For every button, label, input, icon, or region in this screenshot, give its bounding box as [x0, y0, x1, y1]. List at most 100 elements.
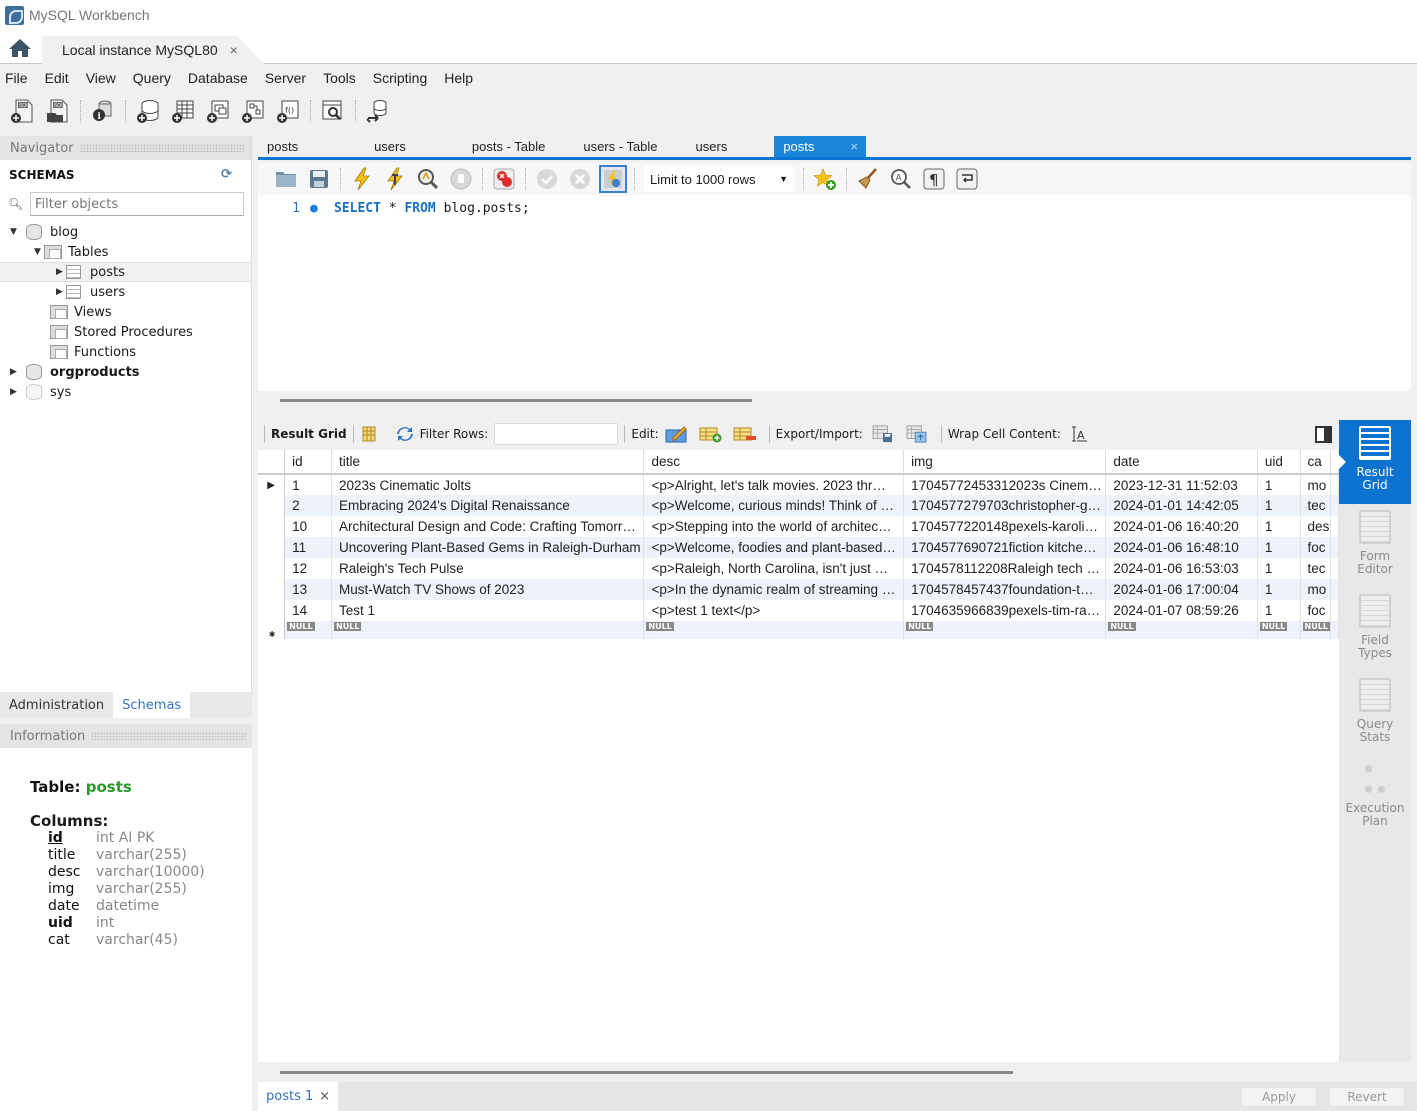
cell-title[interactable]: 2023s Cinematic Jolts [331, 474, 645, 495]
cell-id[interactable]: 14 [284, 600, 332, 621]
new-sql-tab-icon[interactable]: SQL [10, 98, 36, 124]
reconnect-icon[interactable] [365, 98, 391, 124]
close-icon[interactable]: × [850, 139, 858, 154]
column-header-id[interactable]: id [284, 450, 332, 475]
menu-server[interactable]: Server [265, 70, 306, 86]
tree-item-blog[interactable]: ▼ blog [0, 222, 251, 242]
execute-current-icon[interactable] [383, 167, 407, 191]
table-row[interactable]: 10 Architectural Design and Code: Craftin… [258, 516, 1339, 537]
new-cell-date[interactable]: NULL [1105, 621, 1258, 639]
tree-item-views[interactable]: Views [0, 302, 251, 322]
menu-file[interactable]: File [5, 70, 28, 86]
collapse-arrow-icon[interactable]: ▶ [56, 267, 66, 277]
panel-grip[interactable] [79, 144, 245, 152]
editor-tab[interactable]: posts [258, 136, 307, 157]
tab-administration[interactable]: Administration [0, 692, 113, 718]
side-panel-execution-plan-button[interactable]: Execution Plan [1339, 756, 1411, 840]
beautify-icon[interactable] [856, 167, 880, 191]
create-procedure-icon[interactable] [240, 98, 266, 124]
new-row[interactable]: ✱ NULL NULL NULL NULL NULL NULL NULL [258, 621, 1339, 639]
cell-title[interactable]: Uncovering Plant-Based Gems in Raleigh-D… [331, 537, 645, 558]
editor-tab[interactable]: posts × [774, 136, 866, 157]
create-view-icon[interactable] [205, 98, 231, 124]
export-icon[interactable] [871, 425, 895, 443]
execute-icon[interactable] [350, 167, 374, 191]
cell-ca[interactable]: mo [1300, 474, 1332, 495]
cell-img[interactable]: 17045772453312023s Cinem… [903, 474, 1107, 495]
delete-row-icon[interactable] [733, 425, 757, 443]
cell-title[interactable]: Architectural Design and Code: Crafting … [331, 516, 645, 537]
wrap-cell-content-icon[interactable]: A [1071, 425, 1089, 443]
cell-img[interactable]: 1704635966839pexels-tim-ra… [903, 600, 1107, 621]
row-gutter[interactable] [258, 600, 286, 621]
cell-uid[interactable]: 1 [1257, 474, 1301, 495]
cell-date[interactable]: 2024-01-06 16:48:10 [1105, 537, 1258, 558]
tree-item-stored-procedures[interactable]: Stored Procedures [0, 322, 251, 342]
toggle-continue-on-error-icon[interactable] [492, 167, 516, 191]
cell-desc[interactable]: <p>Stepping into the world of architec… [643, 516, 905, 537]
cell-ca[interactable]: tec [1300, 495, 1332, 516]
new-cell-img[interactable]: NULL [903, 621, 1107, 639]
side-panel-form-editor-button[interactable]: Form Editor [1339, 504, 1411, 588]
open-sql-script-icon[interactable]: SQL [45, 98, 71, 124]
new-cell-title[interactable]: NULL [331, 621, 645, 639]
add-snippet-icon[interactable] [813, 167, 837, 191]
new-cell-ca[interactable]: NULL [1300, 621, 1332, 639]
cell-ca[interactable]: foc [1300, 600, 1332, 621]
cell-desc[interactable]: <p>Raleigh, North Carolina, isn't just … [643, 558, 905, 579]
cell-uid[interactable]: 1 [1257, 516, 1301, 537]
collapse-arrow-icon[interactable]: ▶ [10, 367, 20, 377]
editor-horizontal-scrollbar[interactable] [258, 391, 1411, 413]
result-tab-posts-1[interactable]: posts 1 × [258, 1082, 339, 1111]
row-gutter[interactable] [258, 495, 286, 516]
cell-id[interactable]: 11 [284, 537, 332, 558]
cell-title[interactable]: Must-Watch TV Shows of 2023 [331, 579, 645, 600]
cell-date[interactable]: 2024-01-07 08:59:26 [1105, 600, 1258, 621]
cell-desc[interactable]: <p>In the dynamic realm of streaming … [643, 579, 905, 600]
cell-desc[interactable]: <p>Alright, let's talk movies. 2023 thr… [643, 474, 905, 495]
row-gutter[interactable] [258, 558, 286, 579]
table-row[interactable]: 12 Raleigh's Tech Pulse <p>Raleigh, North … [258, 558, 1339, 579]
column-header-date[interactable]: date [1105, 450, 1258, 475]
editor-tab[interactable]: users - Table [574, 136, 666, 157]
inspector-icon[interactable]: i [90, 98, 116, 124]
menu-database[interactable]: Database [188, 70, 248, 86]
cell-ca[interactable]: foc [1300, 537, 1332, 558]
close-icon[interactable]: × [319, 1089, 330, 1104]
expand-arrow-icon[interactable]: ▼ [34, 247, 44, 257]
side-panel-field-types-button[interactable]: Field Types [1339, 588, 1411, 672]
cell-img[interactable]: 1704578112208Raleigh tech … [903, 558, 1107, 579]
limit-rows-select[interactable]: Limit to 1000 rows ▼ [644, 166, 794, 192]
cell-title[interactable]: Raleigh's Tech Pulse [331, 558, 645, 579]
editor-tab[interactable]: posts - Table [463, 136, 554, 157]
cell-id[interactable]: 2 [284, 495, 332, 516]
edit-row-icon[interactable] [665, 425, 689, 443]
cell-desc[interactable]: <p>Welcome, curious minds! Think of … [643, 495, 905, 516]
menu-tools[interactable]: Tools [323, 70, 356, 86]
cell-desc[interactable]: <p>test 1 text</p> [643, 600, 905, 621]
find-replace-icon[interactable]: A [889, 167, 913, 191]
menu-edit[interactable]: Edit [45, 70, 69, 86]
create-schema-icon[interactable] [135, 98, 161, 124]
column-header-ca[interactable]: ca [1300, 450, 1332, 475]
new-cell-id[interactable]: NULL [284, 621, 332, 639]
side-panel-result-grid-button[interactable]: Result Grid [1338, 420, 1411, 504]
tree-item-orgproducts[interactable]: ▶ orgproducts [0, 362, 251, 382]
tree-item-posts[interactable]: ▶ posts [0, 262, 251, 282]
collapse-arrow-icon[interactable]: ▶ [10, 387, 20, 397]
filter-rows-input[interactable] [494, 423, 619, 445]
table-row[interactable]: 11 Uncovering Plant-Based Gems in Raleigh… [258, 537, 1339, 558]
cell-title[interactable]: Embracing 2024's Digital Renaissance [331, 495, 645, 516]
cell-date[interactable]: 2024-01-06 16:40:20 [1105, 516, 1258, 537]
table-row[interactable]: ▶ 1 2023s Cinematic Jolts <p>Alright, let's… [258, 474, 1339, 495]
home-icon[interactable] [8, 38, 32, 58]
cell-id[interactable]: 13 [284, 579, 332, 600]
cell-img[interactable]: 1704577220148pexels-karoli… [903, 516, 1107, 537]
word-wrap-icon[interactable] [955, 167, 979, 191]
cell-id[interactable]: 10 [284, 516, 332, 537]
cell-img[interactable]: 1704578457437foundation-t… [903, 579, 1107, 600]
menu-query[interactable]: Query [133, 70, 171, 86]
create-function-icon[interactable]: f() [275, 98, 301, 124]
column-header-uid[interactable]: uid [1257, 450, 1301, 475]
connection-tab[interactable]: Local instance MySQL80 × [42, 36, 264, 64]
